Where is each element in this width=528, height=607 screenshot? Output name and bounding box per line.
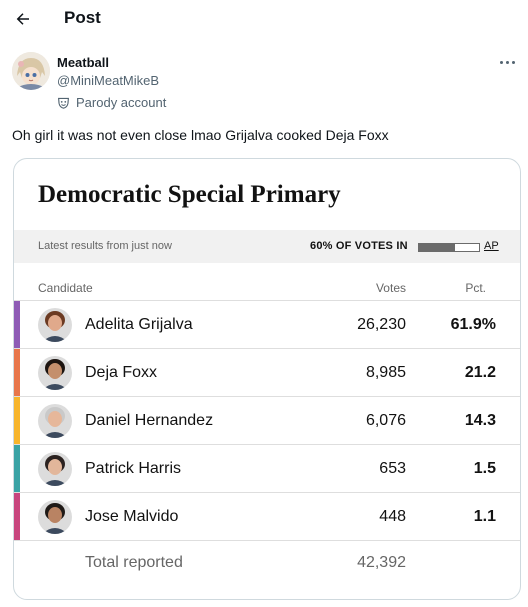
candidate-pct: 1.5 bbox=[473, 460, 496, 477]
top-bar: Post bbox=[0, 0, 528, 38]
parody-label: Parody account bbox=[76, 95, 167, 110]
back-button[interactable] bbox=[10, 6, 36, 32]
column-header-votes: Votes bbox=[375, 281, 406, 295]
candidate-votes: 6,076 bbox=[365, 412, 406, 429]
candidate-name: Deja Foxx bbox=[85, 364, 158, 381]
candidate-name: Jose Malvido bbox=[85, 508, 179, 525]
candidate-row: Adelita Grijalva 26,230 61.9% bbox=[14, 300, 520, 348]
candidate-row: Patrick Harris 653 1.5 bbox=[14, 444, 520, 492]
votes-progress-fill bbox=[419, 244, 455, 251]
results-label: Latest results from just now bbox=[38, 240, 172, 252]
candidate-photo bbox=[38, 452, 72, 486]
candidate-votes: 8,985 bbox=[365, 364, 406, 381]
candidate-pct: 1.1 bbox=[473, 508, 496, 525]
candidate-row: Daniel Hernandez 6,076 14.3 bbox=[14, 396, 520, 444]
candidate-photo bbox=[38, 500, 72, 534]
party-color-stripe bbox=[14, 397, 20, 444]
column-header-pct: Pct. bbox=[465, 281, 486, 295]
parody-account-badge: Parody account bbox=[57, 95, 166, 110]
party-color-stripe bbox=[14, 349, 20, 396]
ap-source-link[interactable]: AP bbox=[484, 240, 499, 252]
candidate-photo bbox=[38, 404, 72, 438]
party-color-stripe bbox=[14, 445, 20, 492]
candidate-table: Adelita Grijalva 26,230 61.9% Deja Foxx 8,98… bbox=[14, 300, 520, 585]
more-options-button[interactable] bbox=[494, 52, 520, 72]
candidate-votes: 653 bbox=[379, 460, 406, 477]
column-header-candidate: Candidate bbox=[38, 281, 93, 295]
results-card[interactable]: Democratic Special Primary Latest result… bbox=[13, 158, 521, 600]
candidate-pct: 14.3 bbox=[464, 412, 496, 429]
candidate-votes: 448 bbox=[379, 508, 406, 525]
arrow-left-icon bbox=[16, 13, 29, 25]
votes-in-label: 60% OF VOTES IN bbox=[310, 240, 408, 252]
candidate-name: Daniel Hernandez bbox=[85, 412, 214, 429]
results-status-bar: Latest results from just now 60% OF VOTE… bbox=[14, 230, 520, 263]
tweet-text: Oh girl it was not even close lmao Grija… bbox=[12, 127, 389, 143]
avatar[interactable] bbox=[12, 52, 50, 90]
candidate-name: Adelita Grijalva bbox=[85, 316, 193, 333]
candidate-row: Jose Malvido 448 1.1 bbox=[14, 492, 520, 540]
card-title: Democratic Special Primary bbox=[38, 181, 341, 208]
candidate-photo bbox=[38, 308, 72, 342]
votes-progress-bar bbox=[418, 243, 480, 252]
candidate-row: Deja Foxx 8,985 21.2 bbox=[14, 348, 520, 396]
total-votes: 42,392 bbox=[357, 554, 406, 571]
candidate-name: Patrick Harris bbox=[85, 460, 182, 477]
more-horizontal-icon bbox=[499, 60, 515, 64]
total-row: Total reported 42,392 bbox=[14, 540, 520, 585]
author-handle[interactable]: @MiniMeatMikeB bbox=[57, 73, 159, 88]
page-title: Post bbox=[64, 8, 101, 27]
candidate-photo bbox=[38, 356, 72, 390]
party-color-stripe bbox=[14, 493, 20, 540]
parody-mask-icon bbox=[58, 97, 69, 109]
candidate-votes: 26,230 bbox=[357, 316, 406, 333]
candidate-pct: 61.9% bbox=[450, 316, 496, 333]
author-name[interactable]: Meatball bbox=[57, 55, 109, 70]
total-label: Total reported bbox=[85, 554, 183, 571]
candidate-pct: 21.2 bbox=[464, 364, 496, 381]
party-color-stripe bbox=[14, 301, 20, 348]
